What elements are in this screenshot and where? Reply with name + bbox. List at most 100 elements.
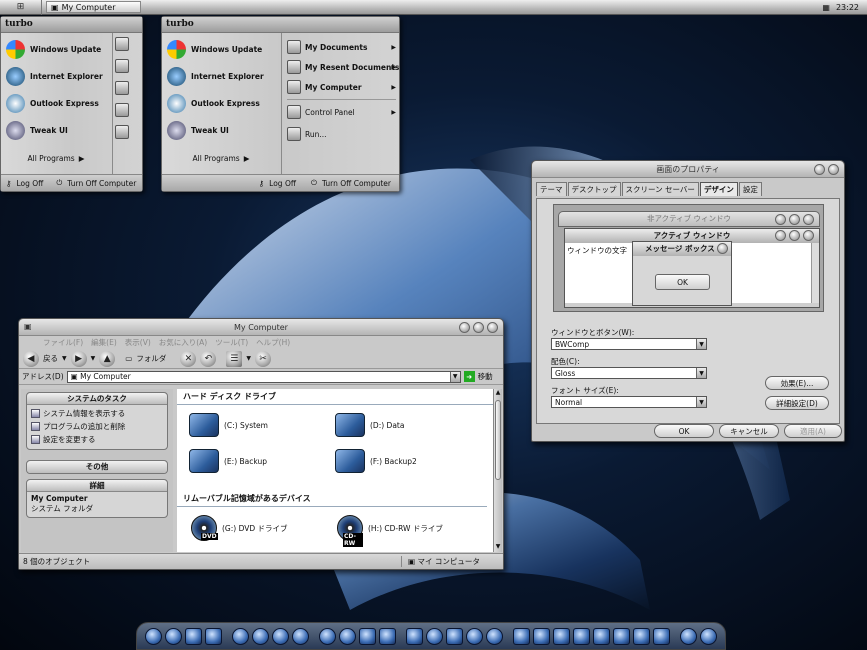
control-panel-icon[interactable] — [115, 103, 129, 117]
dock-window-icon[interactable] — [446, 627, 463, 645]
dock-network-icon[interactable] — [165, 627, 182, 645]
menu-file[interactable]: ファイル(F) — [43, 337, 83, 348]
taskbar-item-my-computer[interactable]: ▣ My Computer — [46, 1, 141, 13]
advanced-button[interactable]: 詳細設定(D) — [765, 396, 829, 410]
menu-item-tweak-ui[interactable]: Tweak UI — [1, 117, 111, 144]
dock-printer-icon[interactable] — [553, 627, 570, 645]
menu-item-tweak-ui[interactable]: Tweak UI — [162, 117, 280, 144]
dock-chat-icon[interactable] — [486, 627, 503, 645]
turn-off-button[interactable]: Turn Off Computer — [67, 179, 136, 188]
drive-h[interactable]: CD-RW (H:) CD-RW ドライブ — [337, 515, 443, 547]
back-arrow-icon[interactable]: ◀ — [23, 350, 39, 367]
menu-item-my-documents[interactable]: My Documents ▶ — [283, 37, 400, 57]
dock-mail-icon[interactable] — [359, 627, 376, 645]
effects-button[interactable]: 効果(E)... — [765, 376, 829, 390]
tab-screensaver[interactable]: スクリーン セーバー — [621, 182, 699, 196]
dock-cursor-icon[interactable] — [533, 627, 550, 645]
network-tray-icon[interactable]: ▦ — [822, 3, 830, 12]
dock-registry-icon[interactable] — [406, 627, 423, 645]
menu-item-outlook-express[interactable]: Outlook Express — [162, 90, 280, 117]
maximize-button[interactable] — [473, 322, 484, 333]
start-button[interactable]: ⊞ — [0, 0, 42, 15]
log-off-button[interactable]: Log Off — [17, 179, 44, 188]
dock-shield-icon[interactable] — [633, 627, 650, 645]
panel-header[interactable]: システムのタスク — [27, 393, 167, 405]
scroll-down-icon[interactable]: ▼ — [494, 543, 502, 552]
help-button[interactable] — [814, 164, 825, 175]
recent-documents-icon[interactable] — [115, 59, 129, 73]
dock-tools-icon[interactable] — [426, 627, 443, 645]
drive-e[interactable]: (E:) Backup — [189, 449, 267, 473]
address-input[interactable]: ▣ My Computer ▼ — [66, 370, 461, 383]
dock-options-icon[interactable] — [680, 627, 697, 645]
dock-brush-icon[interactable] — [653, 627, 670, 645]
tab-appearance[interactable]: デザイン — [699, 182, 738, 196]
tab-settings[interactable]: 設定 — [738, 182, 762, 196]
delete-icon[interactable]: ✕ — [180, 350, 197, 367]
dock-power-icon[interactable] — [700, 627, 717, 645]
menu-item-internet-explorer[interactable]: Internet Explorer — [1, 63, 111, 90]
menu-edit[interactable]: 編集(E) — [91, 337, 117, 348]
dock-gear-icon[interactable] — [613, 627, 630, 645]
ok-button[interactable]: OK — [654, 424, 714, 438]
dock-disc-icon[interactable] — [272, 627, 289, 645]
menu-item-windows-update[interactable]: Windows Update — [162, 36, 280, 63]
dock-media-player-icon[interactable] — [232, 627, 249, 645]
menu-tools[interactable]: ツール(T) — [215, 337, 248, 348]
drive-c[interactable]: (C:) System — [189, 413, 268, 437]
menu-item-my-computer[interactable]: My Computer ▶ — [283, 77, 400, 97]
dock-monitor-icon[interactable] — [513, 627, 530, 645]
undo-icon[interactable]: ↶ — [200, 350, 217, 367]
forward-arrow-icon[interactable]: ▶ — [70, 350, 87, 367]
scroll-up-icon[interactable]: ▲ — [494, 389, 502, 398]
menu-item-run[interactable]: Run... — [283, 124, 400, 144]
dock-globe-icon[interactable] — [252, 627, 269, 645]
menu-item-control-panel[interactable]: Control Panel ▶ — [283, 102, 400, 122]
all-programs-button[interactable]: All Programs ▶ — [162, 150, 280, 166]
cancel-button[interactable]: キャンセル — [719, 424, 779, 438]
drive-f[interactable]: (F:) Backup2 — [335, 449, 417, 473]
minimize-button[interactable] — [459, 322, 470, 333]
drive-g[interactable]: DVD (G:) DVD ドライブ — [191, 515, 288, 541]
back-button[interactable]: 戻る — [43, 353, 58, 364]
dock-music-icon[interactable] — [292, 627, 309, 645]
my-computer-icon[interactable] — [115, 81, 129, 95]
menu-view[interactable]: 表示(V) — [125, 337, 151, 348]
log-off-button[interactable]: Log Off — [269, 179, 296, 188]
vertical-scrollbar[interactable]: ▲ ▼ — [493, 389, 502, 552]
task-add-remove-programs[interactable]: プログラムの追加と削除 — [27, 420, 167, 433]
window-style-select[interactable]: BWComp ▼ — [551, 338, 707, 350]
up-folder-icon[interactable]: ▲ — [99, 350, 116, 367]
all-programs-button[interactable]: All Programs ▶ — [1, 150, 111, 166]
dock-settings-icon[interactable] — [339, 627, 356, 645]
tab-themes[interactable]: テーマ — [536, 182, 567, 196]
apply-button[interactable]: 適用(A) — [784, 424, 842, 438]
task-view-system-info[interactable]: システム情報を表示する — [27, 407, 167, 420]
menu-item-windows-update[interactable]: Windows Update — [1, 36, 111, 63]
dock-text-icon[interactable] — [319, 627, 336, 645]
menu-item-outlook-express[interactable]: Outlook Express — [1, 90, 111, 117]
views-icon[interactable]: ☰ — [226, 350, 243, 367]
color-scheme-select[interactable]: Gloss ▼ — [551, 367, 707, 379]
close-button[interactable] — [487, 322, 498, 333]
dock-at-icon[interactable] — [466, 627, 483, 645]
tools-icon[interactable]: ✂ — [254, 350, 271, 367]
dock-computer-icon[interactable] — [185, 627, 202, 645]
close-button[interactable] — [828, 164, 839, 175]
go-arrow-icon[interactable]: ➜ — [463, 371, 475, 382]
run-icon[interactable] — [115, 125, 129, 139]
drive-d[interactable]: (D:) Data — [335, 413, 404, 437]
tab-desktop[interactable]: デスクトップ — [567, 182, 621, 196]
menu-item-internet-explorer[interactable]: Internet Explorer — [162, 63, 280, 90]
dock-home-icon[interactable] — [145, 627, 162, 645]
task-change-settings[interactable]: 設定を変更する — [27, 433, 167, 446]
dock-download-icon[interactable] — [379, 627, 396, 645]
font-size-select[interactable]: Normal ▼ — [551, 396, 707, 408]
menu-favorites[interactable]: お気に入り(A) — [159, 337, 207, 348]
menu-help[interactable]: ヘルプ(H) — [256, 337, 290, 348]
my-documents-icon[interactable] — [115, 37, 129, 51]
turn-off-button[interactable]: Turn Off Computer — [322, 179, 391, 188]
scroll-thumb[interactable] — [495, 400, 501, 480]
folders-button[interactable]: フォルダ — [136, 353, 166, 364]
dock-forward-icon[interactable] — [593, 627, 610, 645]
